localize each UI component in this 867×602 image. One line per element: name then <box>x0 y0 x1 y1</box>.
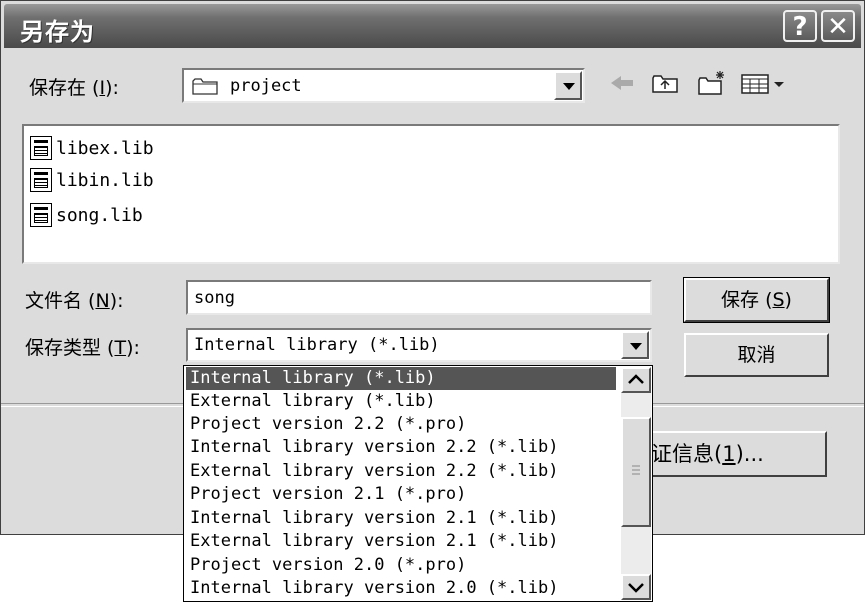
scroll-thumb[interactable] <box>621 417 651 527</box>
save-button[interactable]: 保存 (S) <box>683 277 830 323</box>
filetype-value: Internal library (*.lib) <box>194 335 440 355</box>
up-folder-icon[interactable] <box>651 71 679 101</box>
dialog-title: 另存为 <box>20 18 95 46</box>
lib-file-icon <box>30 168 52 192</box>
scroll-down-button[interactable] <box>621 574 651 600</box>
grip-icon <box>632 465 640 475</box>
help-button[interactable]: ? <box>783 10 817 42</box>
lib-file-icon <box>30 203 52 227</box>
file-item[interactable]: libin.lib <box>30 166 154 194</box>
filetype-label: 保存类型 (T): <box>25 337 140 359</box>
filetype-option[interactable]: Internal library version 2.0 (*.lib) <box>186 577 558 600</box>
filetype-option[interactable]: External library version 2.1 (*.lib) <box>186 530 558 553</box>
save-in-dropdown-arrow[interactable] <box>554 71 582 100</box>
save-in-combo[interactable]: project <box>182 68 585 103</box>
save-in-value: project <box>230 76 302 96</box>
filetype-option[interactable]: External library (*.lib) <box>186 390 436 413</box>
close-button[interactable]: ✕ <box>821 10 855 42</box>
filetype-option[interactable]: Project version 2.0 (*.pro) <box>186 554 466 577</box>
new-folder-icon[interactable] <box>697 69 727 103</box>
chevron-down-icon <box>628 583 644 593</box>
filetype-option[interactable]: Project version 2.2 (*.pro) <box>186 413 466 436</box>
filetype-option[interactable]: Internal library version 2.2 (*.lib) <box>186 436 558 459</box>
save-in-label: 保存在 (I): <box>29 77 119 99</box>
filetype-option[interactable]: Project version 2.1 (*.pro) <box>186 483 466 506</box>
chevron-up-icon <box>628 374 644 384</box>
file-list[interactable]: libex.lib libin.lib song.lib <box>22 124 840 264</box>
dropdown-scrollbar[interactable] <box>621 367 651 600</box>
filetype-dropdown-arrow[interactable] <box>621 331 649 359</box>
filetype-dropdown-list[interactable]: Internal library (*.lib) External librar… <box>183 365 653 602</box>
file-name: libex.lib <box>56 137 154 159</box>
view-menu-icon[interactable] <box>741 73 787 101</box>
filename-label: 文件名 (N): <box>25 290 124 312</box>
filetype-option[interactable]: Internal library version 2.1 (*.lib) <box>186 507 558 530</box>
filetype-option[interactable]: External library version 2.2 (*.lib) <box>186 460 558 483</box>
filename-input[interactable]: song <box>186 280 652 315</box>
filetype-option[interactable]: Internal library (*.lib) <box>186 367 616 390</box>
filename-value: song <box>194 288 235 308</box>
filetype-combo[interactable]: Internal library (*.lib) <box>186 328 652 362</box>
title-bar: 另存为 ? ✕ <box>4 4 861 48</box>
certificate-info-button[interactable]: 证信息(1)... <box>641 431 827 477</box>
scroll-up-button[interactable] <box>621 367 651 393</box>
back-arrow-icon[interactable] <box>609 73 635 99</box>
folder-icon <box>192 76 220 96</box>
file-item[interactable]: libex.lib <box>30 134 154 162</box>
lib-file-icon <box>30 136 52 160</box>
file-name: song.lib <box>56 204 143 226</box>
file-item[interactable]: song.lib <box>30 201 143 229</box>
file-name: libin.lib <box>56 169 154 191</box>
cancel-button[interactable]: 取消 <box>684 333 829 377</box>
